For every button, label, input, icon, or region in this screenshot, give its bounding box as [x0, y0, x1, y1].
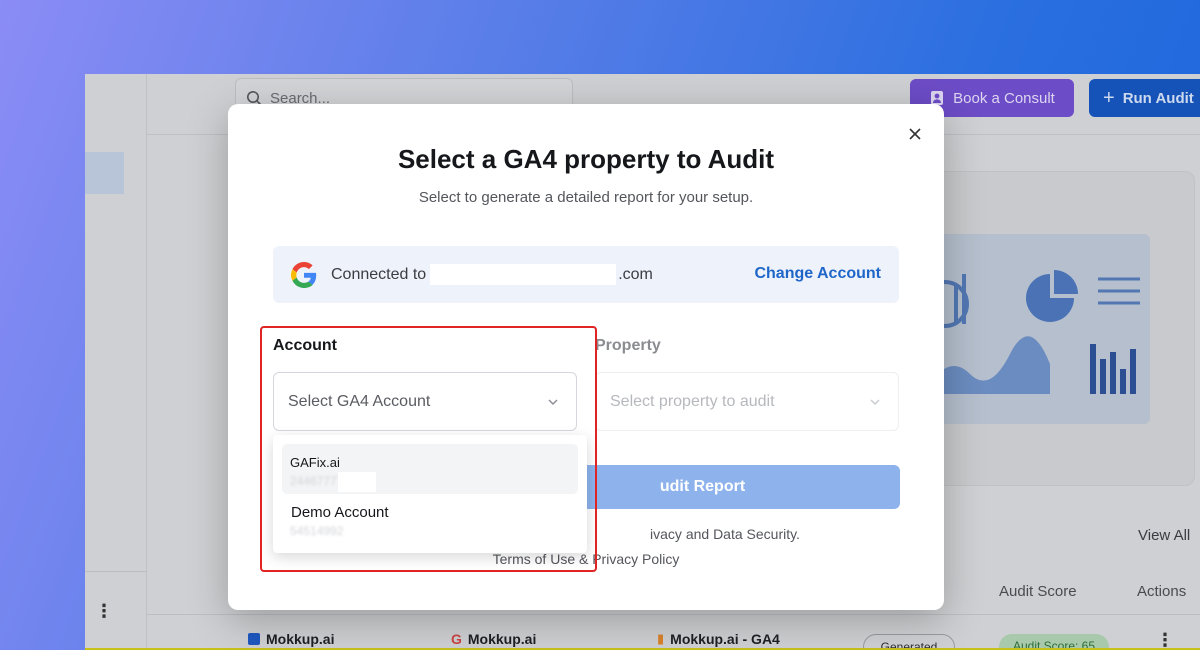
column-header-actions: Actions — [1137, 583, 1187, 600]
run-audit-label: Run Audit — [1122, 89, 1194, 107]
column-header-audit-score[interactable]: Audit Score — [999, 583, 1077, 600]
close-button[interactable] — [905, 124, 925, 144]
plus-icon: + — [1103, 86, 1115, 109]
modal-subtitle: Select to generate a detailed report for… — [418, 189, 754, 206]
table-cell-property[interactable]: ▮ Mokkup.ai - GA4 — [657, 631, 780, 647]
table-cell-google-account[interactable]: G Mokkup.ai — [451, 631, 536, 647]
property-label: Property — [595, 337, 661, 354]
row-actions-icon[interactable]: ⋮ — [1156, 630, 1174, 650]
account-select[interactable]: Select GA4 Account — [273, 372, 577, 431]
table-cell-account[interactable]: Mokkup.ai — [248, 631, 334, 647]
redacted-id — [338, 472, 376, 492]
account-dropdown-menu: GAFix.ai 24467777 Demo Account 54514992 — [273, 435, 587, 553]
connected-label: Connected to — [331, 265, 427, 283]
redacted-email — [430, 264, 617, 285]
email-domain-suffix: .com — [618, 265, 653, 283]
close-icon — [909, 128, 921, 140]
option-account-id: 54514992 — [290, 524, 344, 538]
terms-links[interactable]: Terms of Use & Privacy Policy — [228, 551, 944, 567]
table-divider — [147, 614, 1200, 615]
view-all-link[interactable]: View All — [1138, 527, 1190, 544]
sidebar-divider — [85, 571, 147, 572]
terms-privacy-links[interactable]: Terms of Use & Privacy Policy — [493, 551, 680, 567]
dropdown-option-gafix[interactable]: GAFix.ai 24467777 — [282, 444, 578, 494]
book-consult-label: Book a Consult — [953, 89, 1055, 107]
account-label: Account — [273, 337, 337, 354]
google-icon — [291, 261, 317, 288]
chevron-down-icon — [870, 399, 880, 405]
modal-title: Select a GA4 property to Audit — [397, 144, 775, 174]
option-name: GAFix.ai — [290, 455, 340, 470]
option-name: Demo Account — [291, 504, 389, 521]
connected-account-bar: Connected to .com Change Account — [273, 246, 899, 303]
chevron-down-icon — [548, 399, 558, 405]
dropdown-option-demo-account[interactable]: Demo Account 54514992 — [282, 494, 578, 544]
document-icon — [248, 633, 260, 645]
property-select-value: Select property to audit — [610, 392, 775, 410]
option-account-id: 24467777 — [290, 474, 344, 488]
more-vertical-icon[interactable]: ⋮ — [95, 602, 113, 620]
account-select-value: Select GA4 Account — [288, 392, 431, 410]
property-select[interactable]: Select property to audit — [595, 372, 899, 431]
analytics-icon: ▮ — [657, 631, 665, 646]
google-icon: G — [451, 631, 462, 647]
run-audit-button[interactable]: + Run Audit — [1089, 79, 1200, 117]
change-account-link[interactable]: Change Account — [754, 265, 881, 283]
analytics-illustration — [921, 234, 1150, 424]
sidebar-active-item[interactable] — [85, 152, 124, 194]
sidebar: ⋮ — [85, 74, 147, 650]
